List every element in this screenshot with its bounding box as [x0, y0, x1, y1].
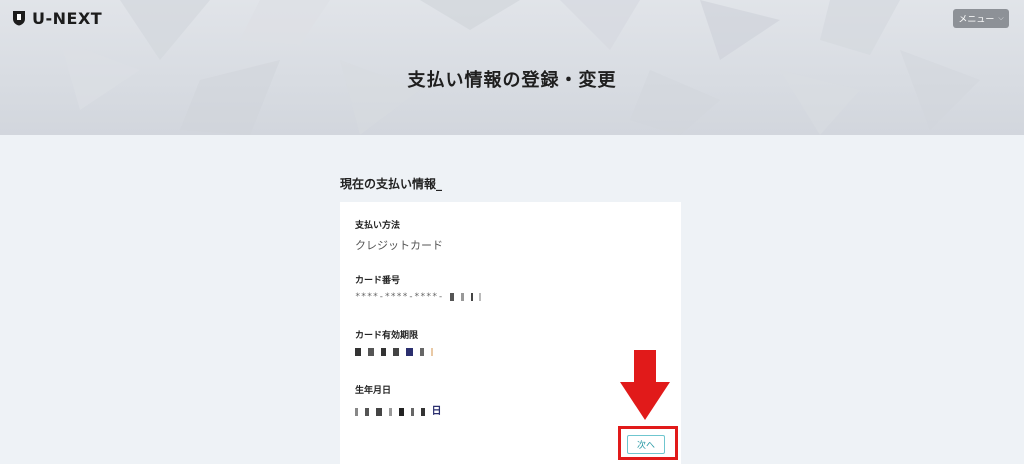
next-button[interactable]: 次へ: [627, 435, 665, 454]
u-next-shield-icon: [13, 11, 25, 26]
redacted-mark: [364, 407, 369, 416]
card-number-mask: ****-****-****-: [355, 292, 444, 302]
redacted-mark: [367, 347, 374, 356]
card-number-label: カード番号: [355, 276, 401, 286]
redacted-mark: [392, 347, 399, 356]
redacted-mark: [398, 407, 404, 416]
redacted-mark: [375, 407, 382, 416]
redacted-mark: [420, 407, 425, 416]
logo-text: U-NEXT: [32, 8, 103, 28]
card-expiry-label: カード有効期限: [355, 331, 419, 341]
redacted-mark: [355, 407, 358, 416]
chevron-down-icon: ⌵: [998, 14, 1004, 22]
birth-date-label: 生年月日: [355, 386, 392, 396]
payment-info-card: 支払い方法 クレジットカード カード番号 ****-****-****- カード…: [340, 202, 681, 464]
page-title: 支払い情報の登録・変更: [407, 70, 617, 91]
redacted-mark: [419, 347, 424, 356]
section-title: 現在の支払い情報_: [340, 177, 443, 191]
menu-label: メニュー: [958, 15, 995, 25]
hero-banner: U-NEXT メニュー ⌵ 支払い情報の登録・変更: [0, 0, 1024, 135]
card-number-value: ****-****-****-: [355, 292, 482, 302]
menu-button[interactable]: メニュー ⌵: [953, 9, 1009, 28]
down-arrow-icon: [620, 350, 670, 420]
redacted-mark: [380, 347, 386, 356]
payment-method-value: クレジットカード: [355, 239, 443, 252]
redacted-mark: [388, 407, 392, 416]
redacted-mark: [460, 292, 464, 301]
card-expiry-value: [355, 347, 434, 357]
redacted-mark: [470, 292, 473, 301]
redacted-mark: [410, 407, 414, 416]
redacted-mark: [449, 292, 454, 301]
birth-date-value: 日: [355, 402, 442, 417]
redacted-mark: [405, 347, 413, 356]
redacted-mark: [479, 292, 482, 301]
payment-method-label: 支払い方法: [355, 221, 401, 231]
u-next-logo[interactable]: U-NEXT: [12, 8, 103, 28]
birth-date-suffix: 日: [431, 406, 442, 417]
redacted-mark: [430, 347, 433, 356]
redacted-mark: [355, 347, 361, 356]
